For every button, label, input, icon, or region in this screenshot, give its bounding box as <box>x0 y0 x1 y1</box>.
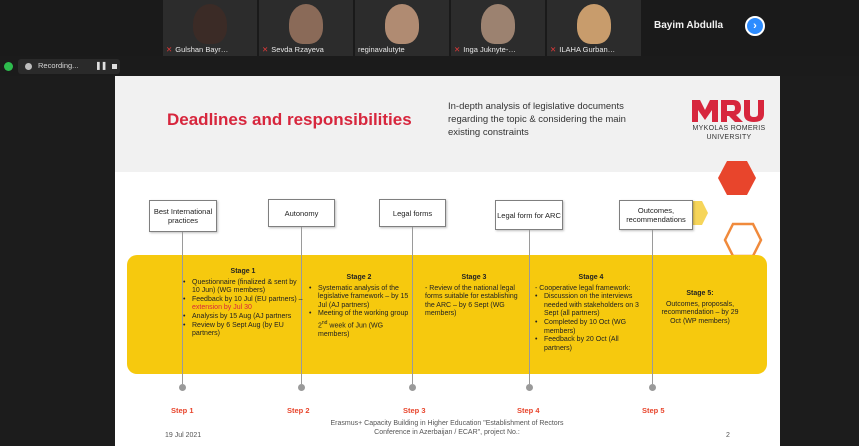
participant-tile[interactable]: ✕ Gulshan Bayr… <box>163 0 257 56</box>
slide-subtitle: In-depth analysis of legislative documen… <box>448 101 626 138</box>
stage-item: Discussion on the interviews needed with… <box>535 293 647 319</box>
stage-5-content: Stage 5: Outcomes, proposals, recommenda… <box>657 290 743 326</box>
step-label: Step 2 <box>287 406 310 415</box>
timeline-dot <box>649 384 656 391</box>
footer-project-text: Erasmus+ Capacity Building in Higher Edu… <box>330 420 564 436</box>
step-label: Step 1 <box>171 406 194 415</box>
pause-recording-icon[interactable]: ❚❚ <box>95 61 107 70</box>
participant-name: reginavalutyte <box>358 45 405 54</box>
muted-mic-icon: ✕ <box>262 45 269 54</box>
participant-name: ILAHA Gurban… <box>559 45 616 54</box>
participant-video <box>385 4 419 44</box>
extension-note: extension by Jul 30 <box>192 304 252 312</box>
participant-video-strip: ✕ Gulshan Bayr… ✕ Sevda Rzayeva reginavalu… <box>0 0 859 56</box>
timeline-connector <box>412 227 413 384</box>
muted-mic-icon: ✕ <box>550 45 557 54</box>
stage-item: Review by 6 Sept Aug (by EU partners) <box>183 322 303 339</box>
stage-box: Legal form for ARC <box>495 200 563 230</box>
participant-tile[interactable]: ✕ Sevda Rzayeva <box>259 0 353 56</box>
stage-item: Feedback by 20 Oct (All partners) <box>535 336 647 353</box>
timeline-connector <box>652 230 653 384</box>
participant-name: Inga Juknyte-… <box>463 45 516 54</box>
step-label: Step 5 <box>642 406 665 415</box>
stage-box: Autonomy <box>268 199 335 227</box>
stage-item: Completed by 10 Oct (WG members) <box>535 319 647 336</box>
slide-title: Deadlines and responsibilities <box>167 110 412 129</box>
participant-video <box>193 4 227 44</box>
stage-item: Systematic analysis of the legislative f… <box>309 285 409 311</box>
stage-item: Analysis by 15 Aug (AJ partners <box>183 313 303 322</box>
stage-1-content: Stage 1 Questionnaire (finalized & sent … <box>183 268 303 339</box>
encryption-shield-icon[interactable] <box>4 62 13 71</box>
stage-box: Best International practices <box>149 200 217 232</box>
participant-tile[interactable]: ✕ ILAHA Gurban… <box>547 0 641 56</box>
shared-slide: Deadlines and responsibilities In-depth … <box>115 76 780 446</box>
muted-mic-icon: ✕ <box>454 45 461 54</box>
footer-date: 19 Jul 2021 <box>165 432 202 439</box>
participant-name: Gulshan Bayr… <box>175 45 229 54</box>
record-icon <box>25 63 32 70</box>
participant-video <box>481 4 515 44</box>
participant-name: Sevda Rzayeva <box>271 45 324 54</box>
stage-heading: Stage 4 <box>578 274 604 281</box>
stop-recording-icon[interactable] <box>112 64 117 69</box>
stage-text: Outcomes, proposals, recommendation – by… <box>661 300 739 325</box>
stage-4-content: Stage 4 - Cooperative legal framework: D… <box>535 274 647 353</box>
step-label: Step 4 <box>517 406 540 415</box>
decor-hexagon <box>723 222 763 258</box>
recording-label: Recording... <box>38 61 79 70</box>
participant-tile[interactable]: ✕ Inga Juknyte-… <box>451 0 545 56</box>
timeline-dot <box>179 384 186 391</box>
timeline-dot <box>298 384 305 391</box>
stage-text: - Cooperative legal framework: <box>535 284 631 292</box>
university-name: MYKOLAS ROMERIS UNIVERSITY <box>692 125 766 141</box>
stage-heading: Stage 3 <box>461 274 487 281</box>
recording-bar <box>0 56 859 76</box>
participant-tile[interactable]: reginavalutyte <box>355 0 449 56</box>
timeline-connector <box>529 230 530 384</box>
muted-mic-icon: ✕ <box>166 45 173 54</box>
stage-heading: Stage 5: <box>686 290 714 297</box>
step-label: Step 3 <box>403 406 426 415</box>
next-page-arrow-icon[interactable]: › <box>745 16 765 36</box>
stage-2-content: Stage 2 Systematic analysis of the legis… <box>309 274 409 339</box>
timeline-dot <box>526 384 533 391</box>
stage-heading: Stage 2 <box>346 274 372 281</box>
stage-text: - Review of the national legal forms sui… <box>425 284 518 318</box>
stage-item: Questionnaire (finalized & sent by 10 Ju… <box>183 279 303 296</box>
participant-video <box>577 4 611 44</box>
stage-item: Feedback by 10 Jul (EU partners) – exten… <box>183 296 303 313</box>
stage-box: Outcomes, recommendations <box>619 200 693 230</box>
zoom-meeting-window: ✕ Gulshan Bayr… ✕ Sevda Rzayeva reginavalu… <box>0 0 859 446</box>
stage-box: Legal forms <box>379 199 446 227</box>
stage-item: Meeting of the working group 2nd week of… <box>309 310 409 339</box>
participant-video <box>289 4 323 44</box>
participant-name: Bayim Abdulla <box>654 20 724 31</box>
stage-3-content: Stage 3 - Review of the national legal f… <box>425 274 523 319</box>
stage-heading: Stage 1 <box>230 268 256 275</box>
slide-page-number: 2 <box>726 432 730 439</box>
timeline-dot <box>409 384 416 391</box>
participant-tile-active[interactable]: Bayim Abdulla › <box>646 0 770 56</box>
decor-hexagon <box>718 161 756 195</box>
